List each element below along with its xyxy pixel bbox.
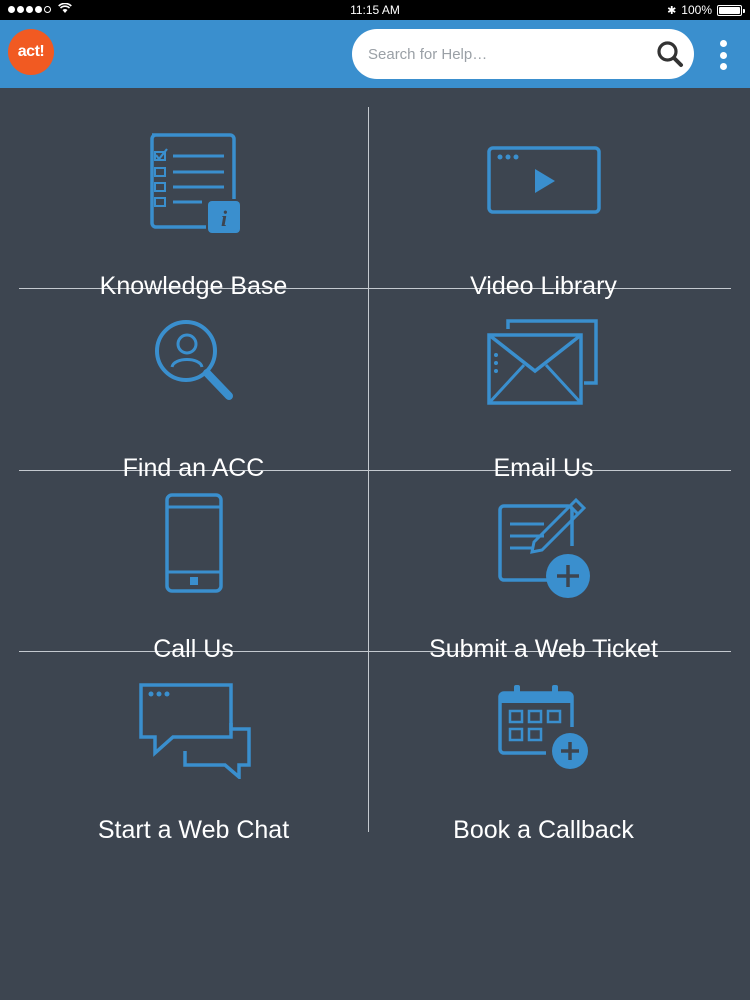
bluetooth-icon: ✱ [667,4,677,17]
start-web-chat-label: Start a Web Chat [97,816,290,844]
battery-percent: 100% [681,3,712,17]
email-icon [486,319,598,405]
svg-text:i: i [220,206,227,231]
find-acc-tile[interactable]: Find an ACC [19,289,368,482]
phone-icon [164,493,223,593]
more-vertical-icon[interactable] [712,38,734,72]
knowledge-base-icon: i [149,133,240,233]
search-icon[interactable] [656,40,684,68]
book-callback-tile[interactable]: Book a Callback [369,651,718,844]
email-us-tile[interactable]: Email Us [369,289,718,482]
battery-icon [717,4,745,16]
calendar-callback-icon [497,685,588,769]
status-bar: 11:15 AM ✱ 100% [0,0,750,20]
act-logo[interactable]: act! [8,29,54,75]
call-us-tile[interactable]: Call Us [19,470,368,663]
find-acc-icon [154,320,233,400]
web-ticket-icon [497,497,590,598]
search-input[interactable] [368,29,648,79]
video-library-icon [486,146,601,214]
web-chat-icon [138,683,251,779]
book-callback-label: Book a Callback [453,816,634,844]
app-header: act! [0,20,750,88]
status-time: 11:15 AM [350,3,400,17]
search-bar[interactable] [352,29,694,79]
submit-web-ticket-tile[interactable]: Submit a Web Ticket [369,470,718,663]
knowledge-base-tile[interactable]: i Knowledge Base [19,107,368,300]
help-options-grid: i Knowledge Base Video Library Find an A… [0,88,750,1000]
video-library-tile[interactable]: Video Library [369,107,718,300]
start-web-chat-tile[interactable]: Start a Web Chat [19,651,368,844]
